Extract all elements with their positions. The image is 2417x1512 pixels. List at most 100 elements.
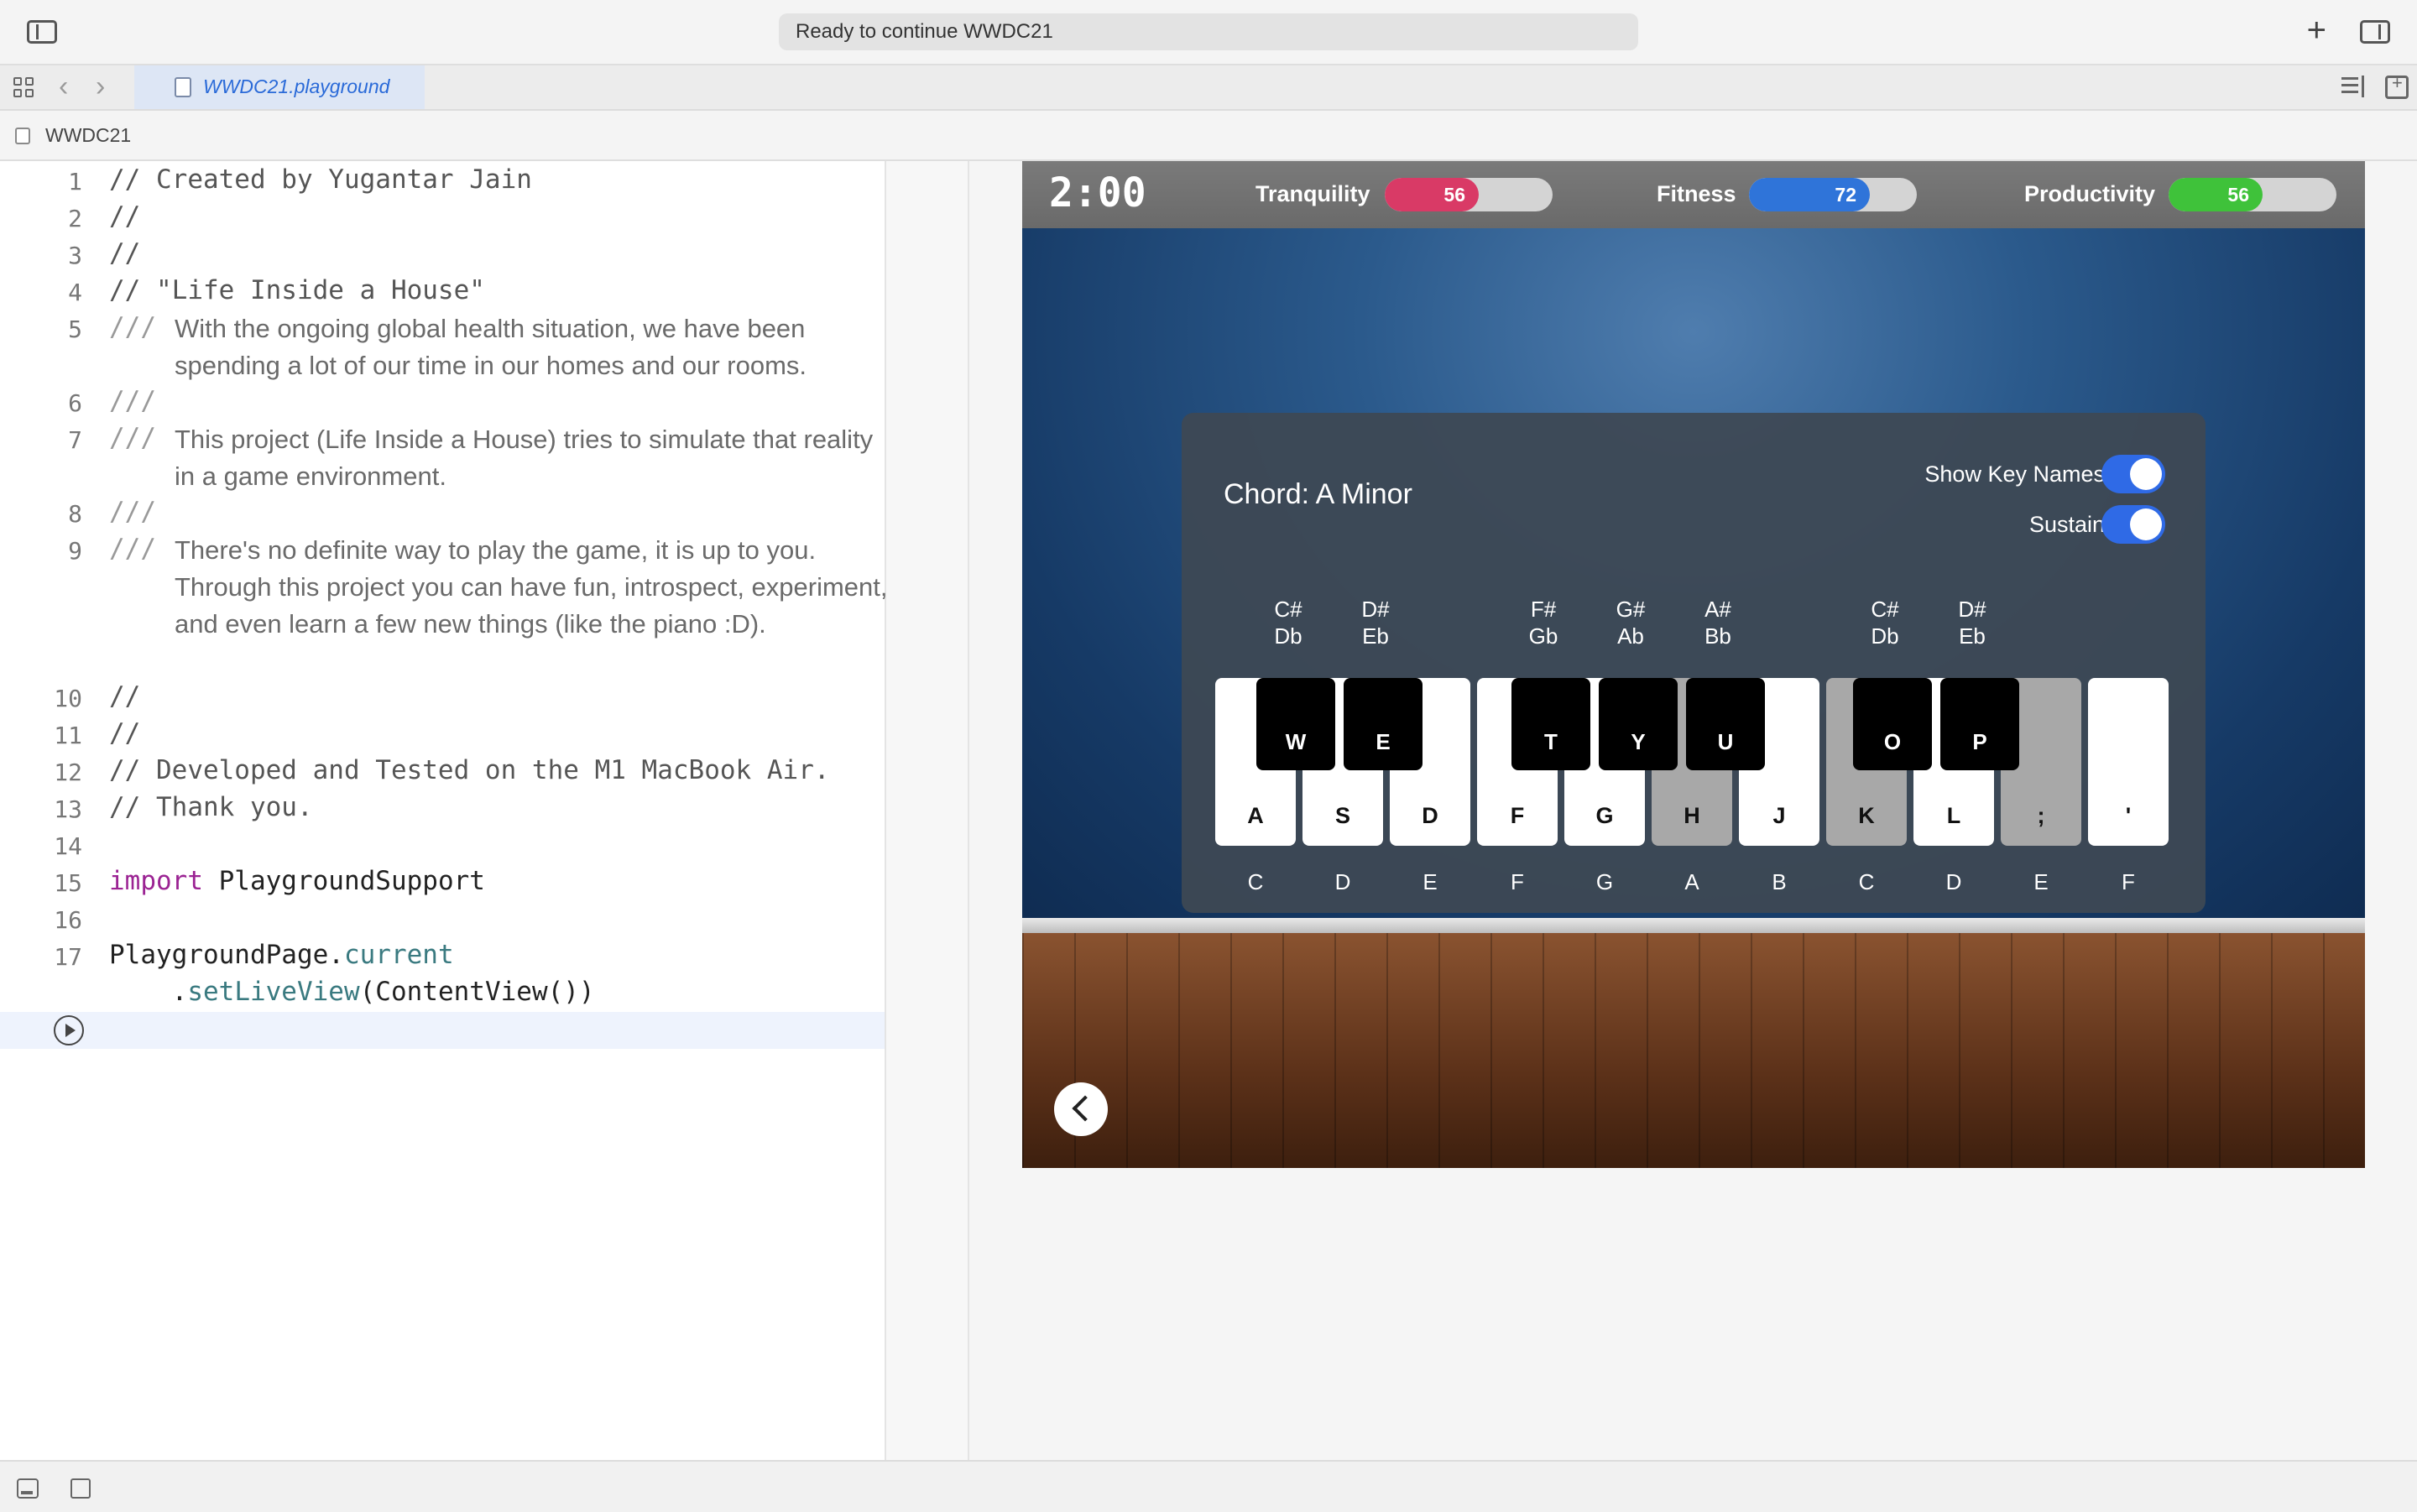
- sharp-flat-label: C# Db: [1255, 596, 1322, 649]
- sharp-name: A#: [1704, 597, 1731, 622]
- doc-comment-marker: ///: [109, 423, 156, 453]
- piano-black-key[interactable]: W: [1256, 678, 1335, 770]
- line-number: 5: [68, 315, 82, 343]
- divider: [968, 161, 969, 1460]
- back-arrow-button[interactable]: [1054, 1082, 1108, 1136]
- flat-name: Ab: [1617, 623, 1644, 649]
- key-shortcut-label: F: [1510, 803, 1525, 828]
- type-name: PlaygroundPage.: [109, 940, 344, 970]
- line-number: 7: [68, 426, 82, 454]
- live-view[interactable]: 2:00 Tranquility 56 Fitness 72 Productiv…: [1022, 161, 2365, 1168]
- code-comment: //: [109, 201, 141, 232]
- productivity-bar-fill: 56: [2169, 178, 2263, 211]
- breadcrumb: WWDC21: [0, 111, 2417, 161]
- code-comment: // Thank you.: [109, 792, 313, 822]
- doc-comment-marker: ///: [109, 312, 156, 342]
- line-number: 3: [68, 242, 82, 269]
- flat-name: Bb: [1704, 623, 1731, 649]
- note-name-label: G: [1595, 869, 1614, 894]
- run-play-icon[interactable]: [54, 1015, 84, 1045]
- key-shortcut-label: W: [1285, 729, 1307, 754]
- key-shortcut-label: P: [1972, 729, 1987, 754]
- forward-chevron-icon[interactable]: ›: [96, 70, 105, 103]
- piano-black-key[interactable]: E: [1344, 678, 1423, 770]
- stat-label-productivity: Productivity: [2024, 181, 2156, 206]
- sharp-name: D#: [1958, 597, 1986, 622]
- piano-black-key[interactable]: P: [1940, 678, 2019, 770]
- stop-square-icon[interactable]: [70, 1478, 91, 1499]
- indent: .: [109, 977, 188, 1007]
- doc-comment-marker: ///: [109, 386, 156, 416]
- code-comment: // Created by Yugantar Jain: [109, 164, 532, 195]
- note-name-label: D: [1334, 869, 1351, 894]
- sustain-toggle[interactable]: [2101, 505, 2165, 544]
- flat-name: Db: [1274, 623, 1302, 649]
- playground-file-icon: [15, 128, 30, 144]
- stat-label-tranquility: Tranquility: [1255, 181, 1370, 206]
- method-name: setLiveView: [187, 977, 360, 1007]
- show-key-names-label: Show Key Names: [1924, 461, 2105, 487]
- key-shortcut-label: L: [1946, 803, 1961, 828]
- baseboard: [1022, 918, 2365, 933]
- debug-bar: [0, 1460, 2417, 1512]
- doc-comment-text: With the ongoing global health situation…: [175, 314, 807, 380]
- code-comment: //: [109, 238, 141, 269]
- playground-file-icon: [175, 77, 191, 97]
- stat-label-fitness: Fitness: [1657, 181, 1736, 206]
- flat-name: Gb: [1528, 623, 1558, 649]
- chord-label: Chord: A Minor: [1224, 478, 1412, 510]
- breadcrumb-item[interactable]: WWDC21: [45, 124, 131, 147]
- debug-area-toggle-icon[interactable]: [17, 1478, 39, 1499]
- editor-options-icon[interactable]: [2341, 76, 2370, 97]
- code-comment: //: [109, 718, 141, 748]
- note-name-label: F: [1511, 869, 1524, 894]
- piano-white-key[interactable]: ': [2088, 678, 2169, 846]
- code-comment: //: [109, 681, 141, 712]
- code-comment: // "Life Inside a House": [109, 275, 485, 305]
- sharp-name: C#: [1871, 597, 1899, 622]
- property-name: current: [343, 940, 454, 970]
- code-import-line: import PlaygroundSupport: [109, 866, 485, 896]
- related-items-grid-icon[interactable]: [13, 77, 35, 99]
- line-number: 9: [68, 537, 82, 565]
- line-number: 16: [54, 906, 82, 934]
- piano-black-key[interactable]: Y: [1599, 678, 1678, 770]
- tranquility-bar: 56: [1385, 178, 1553, 211]
- keyword: import: [109, 866, 203, 896]
- sharp-name: G#: [1616, 597, 1646, 622]
- inspector-toggle-icon[interactable]: [2360, 20, 2390, 44]
- note-name-label: A: [1684, 869, 1699, 894]
- navigator-toggle-icon[interactable]: [27, 20, 57, 44]
- sharp-flat-label: D# Eb: [1342, 596, 1409, 649]
- back-chevron-icon[interactable]: ‹: [59, 70, 68, 103]
- key-shortcut-label: S: [1334, 803, 1350, 828]
- productivity-bar: 56: [2169, 178, 2336, 211]
- code-statement-continuation: .setLiveView(ContentView()): [109, 977, 595, 1007]
- key-shortcut-label: K: [1858, 803, 1875, 828]
- sharp-flat-label: C# Db: [1851, 596, 1918, 649]
- piano-black-key[interactable]: T: [1511, 678, 1590, 770]
- tab-wwdc21-playground[interactable]: WWDC21.playground: [134, 65, 425, 111]
- doc-comment-text: This project (Life Inside a House) tries…: [175, 425, 874, 491]
- line-number: 13: [54, 795, 82, 823]
- line-number: 17: [54, 943, 82, 971]
- note-name-label: D: [1945, 869, 1962, 894]
- note-name-label: C: [1247, 869, 1264, 894]
- line-number: 12: [54, 759, 82, 786]
- piano-black-key[interactable]: U: [1686, 678, 1765, 770]
- doc-comment-marker: ///: [109, 534, 156, 564]
- note-name-label: B: [1772, 869, 1787, 894]
- add-icon[interactable]: +: [2307, 12, 2326, 50]
- key-shortcut-label: Y: [1631, 729, 1646, 754]
- tranquility-bar-fill: 56: [1385, 178, 1479, 211]
- key-shortcut-label: E: [1376, 729, 1391, 754]
- show-key-names-toggle[interactable]: [2101, 455, 2165, 493]
- sustain-label: Sustain: [2028, 512, 2105, 537]
- piano-black-key[interactable]: O: [1853, 678, 1932, 770]
- line-number: 1: [68, 168, 82, 196]
- current-line-highlight: [0, 1012, 885, 1049]
- key-shortcut-label: ;: [2037, 803, 2045, 828]
- fitness-bar: 72: [1749, 178, 1917, 211]
- add-editor-icon[interactable]: [2385, 72, 2409, 99]
- key-shortcut-label: D: [1422, 803, 1438, 828]
